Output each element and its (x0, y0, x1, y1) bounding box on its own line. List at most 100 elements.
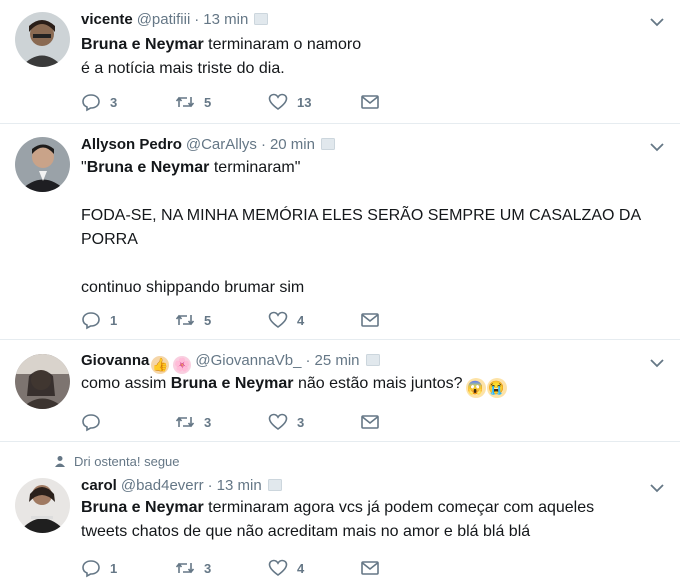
like-button[interactable]: 4 (268, 310, 304, 330)
translate-icon (254, 13, 269, 25)
chevron-down-icon[interactable] (648, 138, 666, 156)
crying-face-emoji-icon: 😭 (486, 378, 507, 398)
avatar[interactable] (15, 137, 70, 192)
text-segment: terminaram o namoro (203, 36, 362, 53)
avatar[interactable] (15, 478, 70, 533)
envelope-icon (361, 95, 379, 109)
reply-icon (82, 94, 100, 112)
like-count: 3 (297, 414, 305, 430)
tweet-1[interactable]: vicente @patifiii · 13 min Bruna e Neymar t… (0, 0, 680, 124)
retweet-count: 5 (204, 312, 212, 328)
tweet-text: Bruna e Neymar terminaram o namoro é a no… (81, 33, 361, 81)
tweet-header: vicente @patifiii · 13 min (81, 10, 269, 30)
author-handle[interactable]: @patifiii (137, 11, 191, 28)
text-segment: continuo shippando brumar sim (81, 279, 305, 296)
text-segment: não estão mais juntos? (293, 375, 463, 392)
author-name[interactable]: vicente (81, 11, 133, 28)
tweet-text-line (81, 180, 641, 204)
reply-count: 1 (110, 560, 118, 576)
envelope-icon (361, 313, 379, 327)
direct-message-button[interactable] (360, 412, 380, 432)
author-handle[interactable]: @GiovannaVb_ (195, 352, 301, 369)
retweet-icon (175, 96, 195, 108)
timestamp[interactable]: 20 min (270, 136, 315, 153)
reply-icon (82, 312, 100, 330)
highlighted-phrase: Bruna e Neymar (81, 499, 204, 516)
timestamp[interactable]: 13 min (217, 477, 262, 494)
separator: · (207, 477, 213, 494)
retweet-button[interactable]: 3 (175, 558, 211, 578)
reply-count: 1 (110, 312, 118, 328)
direct-message-button[interactable] (360, 558, 380, 578)
timestamp[interactable]: 13 min (203, 11, 248, 28)
chevron-down-icon[interactable] (648, 354, 666, 372)
reply-button[interactable]: 1 (81, 310, 117, 330)
highlighted-phrase: Bruna e Neymar (81, 36, 204, 53)
heart-icon (268, 93, 288, 110)
tweet-text-line: "Bruna e Neymar terminaram" (81, 156, 641, 180)
tweet-text-line: tweets chatos de que não acreditam mais … (81, 520, 594, 544)
reply-count: 3 (110, 94, 118, 110)
tweet-text-line: Bruna e Neymar terminaram agora vcs já p… (81, 496, 594, 520)
author-name[interactable]: Allyson Pedro (81, 136, 182, 153)
direct-message-button[interactable] (360, 310, 380, 330)
avatar[interactable] (15, 12, 70, 67)
retweet-button[interactable]: 5 (175, 92, 211, 112)
chevron-down-icon[interactable] (648, 479, 666, 497)
tweet-header: carol @bad4everr · 13 min (81, 476, 282, 496)
reply-icon (82, 414, 100, 432)
reply-button[interactable]: 1 (81, 558, 117, 578)
retweet-count: 3 (204, 414, 212, 430)
translate-icon (267, 479, 282, 491)
retweet-icon (175, 562, 195, 574)
retweet-icon (175, 314, 195, 326)
translate-icon (365, 354, 380, 366)
tweet-header: Allyson Pedro @CarAllys · 20 min (81, 135, 335, 155)
tweet-header: Giovanna 👍 🌸 @GiovannaVb_ · 25 min (81, 351, 380, 374)
tweet-text-line: Bruna e Neymar terminaram o namoro (81, 33, 361, 57)
like-button[interactable]: 3 (268, 412, 304, 432)
retweet-count: 3 (204, 560, 212, 576)
reply-button[interactable] (81, 412, 110, 432)
like-button[interactable]: 4 (268, 558, 304, 578)
avatar[interactable] (15, 354, 70, 409)
tweet-text: "Bruna e Neymar terminaram" FODA-SE, NA M… (81, 156, 641, 300)
text-segment: terminaram agora vcs já podem começar co… (203, 499, 595, 516)
social-context: Dri ostenta! segue (54, 454, 180, 470)
direct-message-button[interactable] (360, 92, 380, 112)
person-icon (55, 456, 65, 467)
retweet-button[interactable]: 5 (175, 310, 211, 330)
tweet-text: como assim Bruna e Neymar não estão mais… (81, 372, 507, 398)
tweet-text: Bruna e Neymar terminaram agora vcs já p… (81, 496, 594, 544)
text-segment: é a notícia mais triste do dia. (81, 60, 285, 77)
text-segment: tweets chatos de que não acreditam mais … (81, 523, 531, 540)
retweet-count: 5 (204, 94, 212, 110)
like-count: 4 (297, 312, 305, 328)
retweet-button[interactable]: 3 (175, 412, 211, 432)
heart-icon (268, 559, 288, 576)
tweet-text-line: continuo shippando brumar sim (81, 276, 641, 300)
like-button[interactable]: 13 (268, 92, 311, 112)
tweet-text-line: PORRA (81, 228, 641, 252)
chevron-down-icon[interactable] (648, 13, 666, 31)
timestamp[interactable]: 25 min (315, 352, 360, 369)
author-handle[interactable]: @CarAllys (186, 136, 257, 153)
author-name[interactable]: Giovanna (81, 352, 149, 369)
like-count: 13 (297, 94, 312, 110)
tweet-4[interactable]: Dri ostenta! segue carol @bad4everr · 13 mi… (0, 442, 680, 588)
social-context-text[interactable]: Dri ostenta! segue (74, 454, 180, 469)
separator: · (194, 11, 200, 28)
tweet-2[interactable]: Allyson Pedro @CarAllys · 20 min "Bruna e N… (0, 124, 680, 340)
author-name[interactable]: carol (81, 477, 117, 494)
author-handle[interactable]: @bad4everr (121, 477, 204, 494)
reply-button[interactable]: 3 (81, 92, 117, 112)
reply-icon (82, 560, 100, 578)
like-count: 4 (297, 560, 305, 576)
heart-icon (268, 311, 288, 328)
tweet-text-line: FODA-SE, NA MINHA MEMÓRIA ELES SERÃO SEM… (81, 204, 641, 228)
tweet-text-line (81, 252, 641, 276)
retweet-icon (175, 416, 195, 428)
tweet-3[interactable]: Giovanna 👍 🌸 @GiovannaVb_ · 25 min como assim… (0, 340, 680, 442)
text-segment: como assim (81, 375, 171, 392)
separator: · (305, 352, 311, 369)
